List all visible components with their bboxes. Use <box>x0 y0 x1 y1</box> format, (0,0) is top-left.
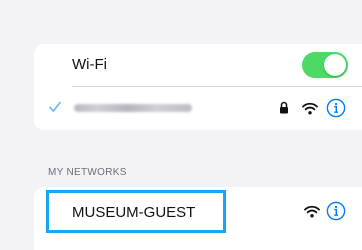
wifi-card: Wi-Fi <box>34 44 362 130</box>
wifi-toggle[interactable] <box>302 52 348 78</box>
connected-network-name-blurred <box>74 104 192 112</box>
toggle-knob <box>324 54 346 76</box>
wifi-label: Wi-Fi <box>72 56 107 73</box>
lock-icon <box>280 101 288 114</box>
network-name: MUSEUM-GUEST <box>72 204 196 221</box>
network-row-museum-guest[interactable]: MUSEUM-GUEST <box>34 187 362 235</box>
connected-network-row[interactable] <box>34 87 362 130</box>
info-icon[interactable] <box>326 98 346 118</box>
my-networks-card: MUSEUM-GUEST <box>34 187 362 250</box>
my-networks-header: MY NETWORKS <box>48 167 127 178</box>
info-icon[interactable] <box>326 201 346 221</box>
checkmark-icon <box>49 101 61 112</box>
wifi-toggle-row[interactable]: Wi-Fi <box>34 44 362 87</box>
wifi-signal-icon <box>304 205 320 218</box>
wifi-settings-screen: Wi-Fi MY NETWORKS MUSEUM-GUEST <box>0 0 362 250</box>
wifi-signal-icon <box>302 102 318 115</box>
